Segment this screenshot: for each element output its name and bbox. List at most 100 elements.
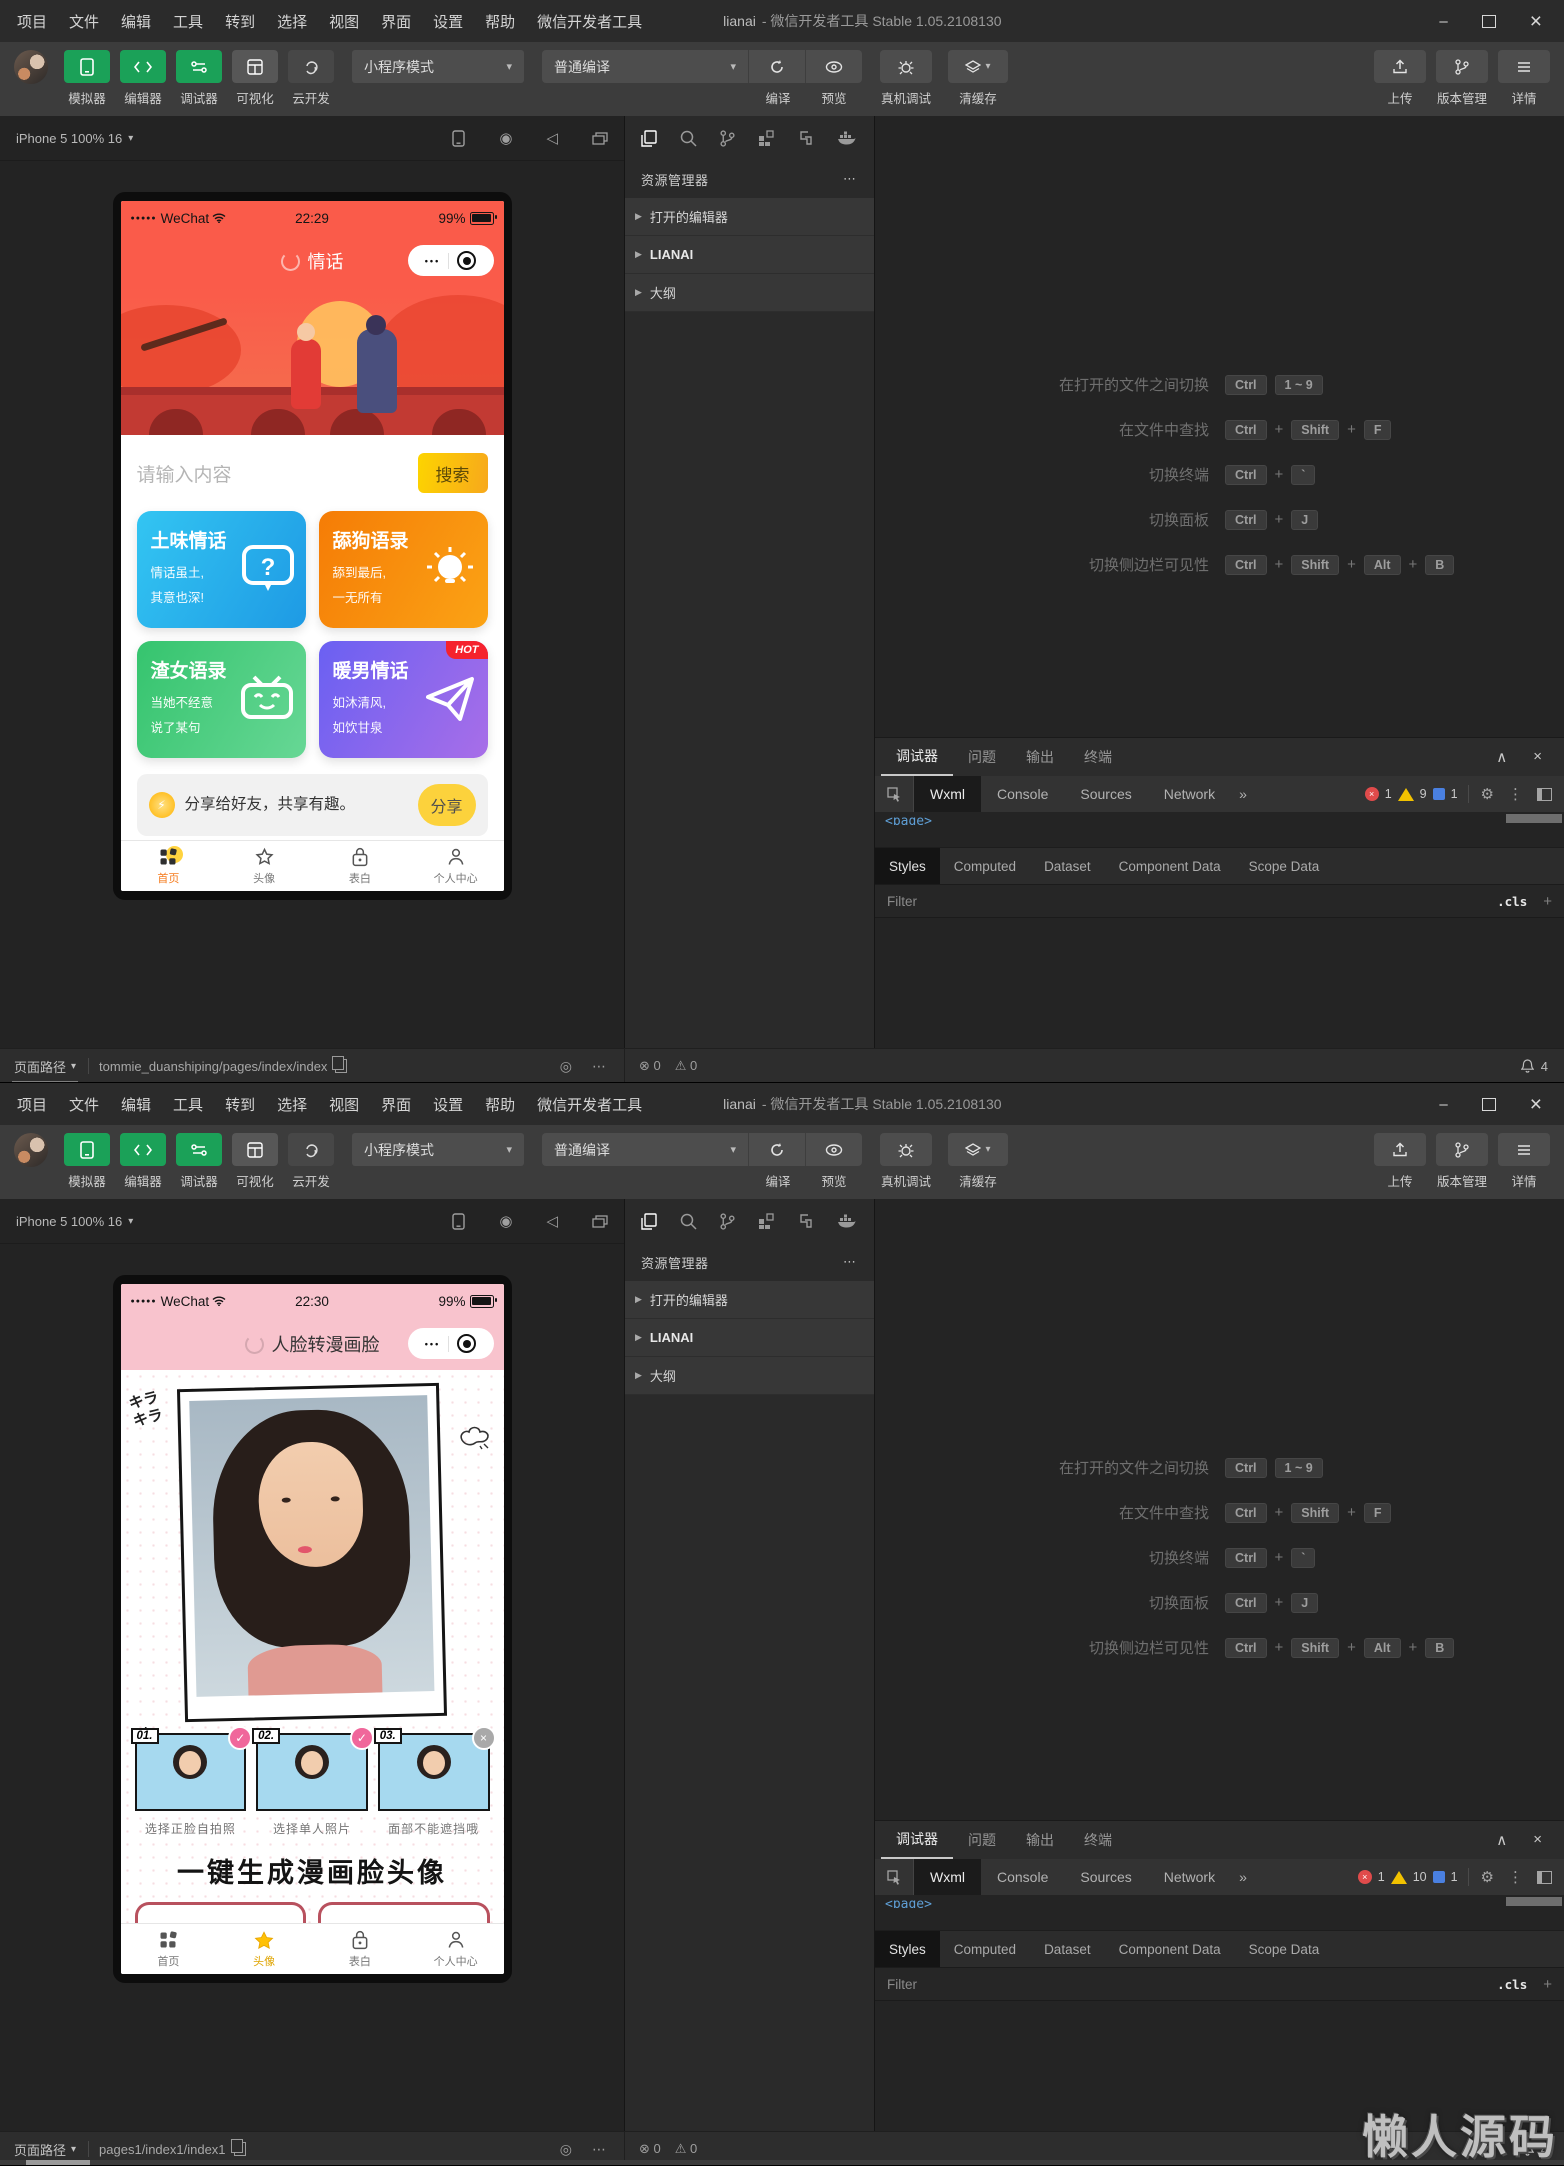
devtools-tab-console[interactable]: Console [981, 1859, 1064, 1895]
menu-goto[interactable]: 转到 [214, 11, 266, 32]
more-actions-icon[interactable]: ⋯ [843, 171, 858, 187]
maximize-button[interactable] [1481, 14, 1496, 28]
minimize-button[interactable]: – [1439, 13, 1447, 30]
share-button[interactable]: 分享 [417, 784, 476, 826]
dock-side-icon[interactable] [1537, 1870, 1552, 1884]
scrollbar-thumb[interactable] [26, 2160, 90, 2165]
menu-select[interactable]: 选择 [266, 1094, 318, 1115]
add-style-icon[interactable]: + [1543, 893, 1552, 910]
info-badge-icon[interactable] [1432, 1871, 1445, 1883]
details-button[interactable] [1498, 50, 1550, 83]
status-errors[interactable]: ⊗ 0 [639, 1058, 661, 1074]
tab-home[interactable]: 首页 [121, 841, 217, 891]
rotate-device-icon[interactable] [452, 129, 466, 147]
more-actions-icon[interactable]: ⋯ [843, 1254, 858, 1270]
preview-button[interactable] [805, 1133, 862, 1166]
device-select[interactable]: iPhone 5 100% 16 [16, 131, 122, 146]
menu-settings[interactable]: 设置 [422, 1094, 474, 1115]
computed-tab[interactable]: Computed [940, 848, 1030, 884]
menu-wechat-devtools[interactable]: 微信开发者工具 [526, 1094, 653, 1115]
remote-debug-button[interactable] [880, 1133, 932, 1166]
tree-project-root[interactable]: ▶ LIANAI [625, 1319, 874, 1357]
tab-profile[interactable]: 个人中心 [408, 841, 504, 891]
menu-interface[interactable]: 界面 [370, 11, 422, 32]
maximize-button[interactable] [1481, 1097, 1496, 1111]
computed-tab[interactable]: Computed [940, 1931, 1030, 1967]
sound-icon[interactable]: ◁ [546, 1212, 558, 1230]
source-control-icon[interactable] [720, 129, 735, 147]
user-avatar[interactable] [14, 1133, 48, 1167]
styles-tab[interactable]: Styles [875, 848, 940, 884]
panel-tab-debugger[interactable]: 调试器 [881, 1821, 953, 1859]
notification-bell-icon[interactable] [1520, 1059, 1534, 1073]
capsule-menu-button[interactable]: ••• [407, 245, 494, 276]
devtools-menu-icon[interactable]: ⋮ [1508, 1868, 1523, 1886]
step-selfie[interactable]: 01. ✓ 选择正脸自拍照 [130, 1726, 253, 1837]
tree-open-editors[interactable]: ▶ 打开的编辑器 [625, 1281, 874, 1319]
docker-icon[interactable] [837, 1214, 856, 1229]
snippet-icon[interactable] [798, 1213, 814, 1229]
menu-edit[interactable]: 编辑 [110, 11, 162, 32]
styles-tab[interactable]: Styles [875, 1931, 940, 1967]
visualization-button[interactable] [232, 1133, 278, 1166]
dataset-tab[interactable]: Dataset [1030, 1931, 1105, 1967]
debugger-toggle-button[interactable] [176, 1133, 222, 1166]
version-control-button[interactable] [1436, 50, 1488, 83]
clear-cache-button[interactable]: ▾ [948, 50, 1008, 83]
add-style-icon[interactable]: + [1543, 1976, 1552, 1993]
more-tabs-icon[interactable]: » [1239, 786, 1247, 802]
cloud-dev-button[interactable] [288, 1133, 334, 1166]
option-box[interactable] [318, 1902, 490, 1923]
tab-home[interactable]: 首页 [121, 1924, 217, 1974]
copy-path-icon[interactable] [332, 1056, 348, 1073]
search-input[interactable]: 请输入内容 [137, 460, 418, 487]
warning-badge-icon[interactable] [1397, 787, 1414, 801]
cls-toggle[interactable]: .cls [1497, 1977, 1527, 1992]
upload-button[interactable] [1374, 1133, 1426, 1166]
menu-tools[interactable]: 工具 [162, 1094, 214, 1115]
devtools-tab-network[interactable]: Network [1148, 776, 1231, 812]
watch-icon[interactable]: ◎ [560, 2141, 572, 2158]
menu-project[interactable]: 项目 [6, 11, 58, 32]
compile-button[interactable] [748, 50, 805, 83]
watch-icon[interactable]: ◎ [560, 1058, 572, 1075]
devtools-tab-console[interactable]: Console [981, 776, 1064, 812]
devtools-settings-icon[interactable]: ⚙ [1481, 785, 1494, 803]
panel-tab-problems[interactable]: 问题 [953, 1821, 1011, 1859]
menu-project[interactable]: 项目 [6, 1094, 58, 1115]
component-data-tab[interactable]: Component Data [1105, 848, 1235, 884]
info-badge-icon[interactable] [1432, 788, 1445, 800]
scrollbar-thumb[interactable] [1506, 814, 1562, 823]
search-icon[interactable] [680, 130, 697, 147]
multi-window-icon[interactable] [592, 131, 608, 145]
inspect-element-icon[interactable] [875, 1859, 914, 1895]
menu-settings[interactable]: 设置 [422, 11, 474, 32]
tab-avatar[interactable]: 头像 [216, 841, 312, 891]
collapse-panel-icon[interactable]: ∧ [1496, 748, 1507, 766]
menu-file[interactable]: 文件 [58, 1094, 110, 1115]
tab-profile[interactable]: 个人中心 [408, 1924, 504, 1974]
copy-path-icon[interactable] [230, 2139, 246, 2156]
menu-view[interactable]: 视图 [318, 1094, 370, 1115]
simulator-toggle-button[interactable] [64, 50, 110, 83]
multi-window-icon[interactable] [592, 1214, 608, 1228]
tab-avatar[interactable]: 头像 [216, 1924, 312, 1974]
rotate-device-icon[interactable] [452, 1212, 466, 1230]
status-warnings[interactable]: ⚠ 0 [675, 2141, 698, 2157]
card-tuweiqinghua[interactable]: 土味情话 情话虽土, 其意也深! ? [136, 511, 306, 628]
clear-cache-button[interactable]: ▾ [948, 1133, 1008, 1166]
mode-select[interactable]: 小程序模式 ▾ [352, 1133, 524, 1166]
record-icon[interactable]: ◉ [499, 129, 512, 147]
horizontal-scrollbar[interactable] [0, 2160, 1564, 2165]
extensions-icon[interactable] [758, 1212, 775, 1230]
devtools-tab-wxml[interactable]: Wxml [914, 1859, 981, 1895]
devtools-tab-network[interactable]: Network [1148, 1859, 1231, 1895]
menu-view[interactable]: 视图 [318, 11, 370, 32]
scope-data-tab[interactable]: Scope Data [1235, 848, 1334, 884]
card-nuannanqinghua[interactable]: HOT 暖男情话 如沐清风, 如饮甘泉 [318, 641, 488, 758]
style-filter-input[interactable]: Filter [887, 1977, 917, 1992]
capsule-menu-button[interactable]: ••• [407, 1328, 494, 1359]
remote-debug-button[interactable] [880, 50, 932, 83]
chevron-down-icon[interactable]: ▾ [128, 133, 133, 144]
more-tabs-icon[interactable]: » [1239, 1869, 1247, 1885]
